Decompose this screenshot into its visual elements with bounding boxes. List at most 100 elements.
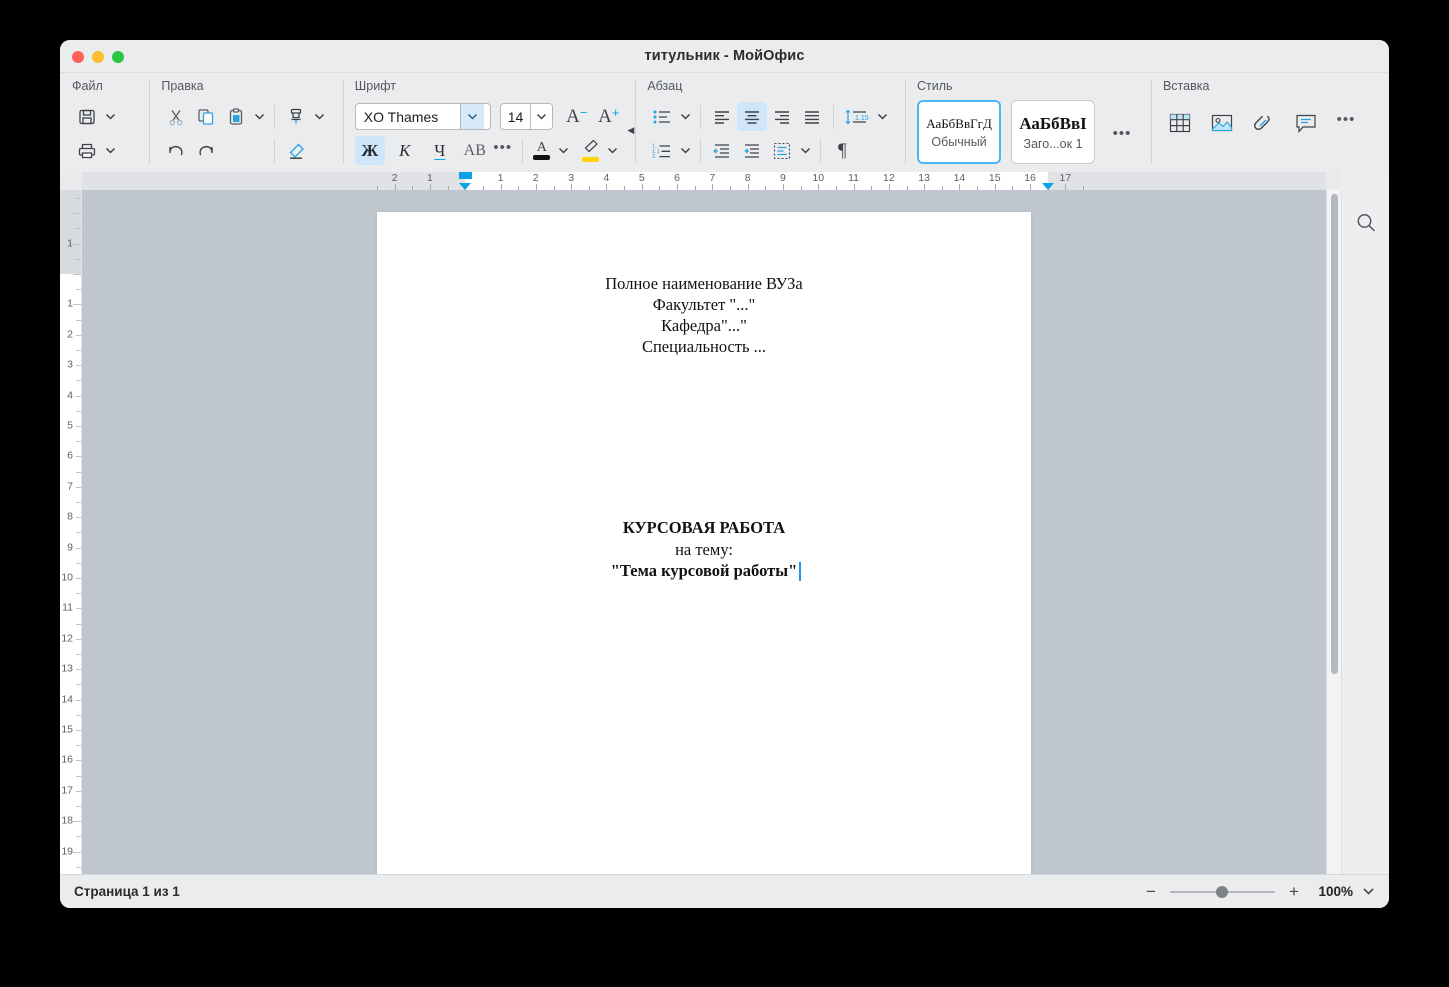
style-card-normal[interactable]: АаБбВвГгД Обычный — [917, 100, 1002, 164]
zoom-slider[interactable] — [1170, 885, 1275, 899]
highlight-color-button[interactable] — [578, 136, 604, 165]
ribbon-group-font: Шрифт XO Thames 14 A − A + Ж К Ч АВ ••• … — [342, 73, 636, 172]
ruler-tick — [76, 471, 81, 473]
paste-dropdown[interactable] — [251, 102, 268, 131]
magnifier-icon[interactable] — [1351, 208, 1381, 238]
font-family-select[interactable]: XO Thames — [354, 103, 491, 130]
zoom-slider-knob[interactable] — [1216, 885, 1228, 898]
style-more-button[interactable]: ••• — [1109, 122, 1135, 151]
style-card-heading1[interactable]: АаБбВвI Заго...ок 1 — [1011, 100, 1096, 164]
paragraph-settings-button[interactable] — [767, 136, 797, 165]
save-button[interactable] — [72, 102, 102, 131]
ruler-number: 4 — [67, 389, 73, 402]
chevron-down-icon[interactable] — [1362, 883, 1375, 901]
ruler-tick — [76, 410, 81, 412]
vertical-scrollbar[interactable] — [1326, 190, 1341, 874]
numbered-list-button[interactable]: 1. 1.1 2. — [647, 136, 677, 165]
align-right-button[interactable] — [767, 102, 797, 131]
text-color-button[interactable]: A — [529, 136, 555, 165]
align-left-button[interactable] — [707, 102, 737, 131]
zoom-controls: − + 100% — [1141, 882, 1375, 902]
ruler-number: 15 — [988, 172, 1001, 184]
line-spacing-button[interactable]: 1.15 — [840, 102, 874, 131]
cut-button[interactable] — [161, 102, 191, 131]
clear-formatting-button[interactable] — [281, 136, 311, 165]
ruler-tick — [76, 684, 81, 686]
align-justify-button[interactable] — [797, 102, 827, 131]
zoom-out-button[interactable]: − — [1141, 882, 1161, 902]
show-marks-button[interactable]: ¶ — [827, 136, 857, 165]
insert-image-button[interactable] — [1205, 107, 1239, 139]
numbered-list-dropdown[interactable] — [677, 136, 694, 165]
left-indent-marker[interactable] — [459, 183, 472, 190]
ruler-tick — [76, 669, 81, 671]
insert-comment-button[interactable] — [1289, 107, 1323, 139]
redo-button[interactable] — [191, 136, 221, 165]
print-button[interactable] — [72, 136, 102, 165]
highlight-color-dropdown[interactable] — [604, 136, 621, 165]
format-painter-dropdown[interactable] — [311, 102, 328, 131]
divider — [820, 138, 822, 163]
vertical-ruler[interactable]: 1 1 2 3 4 5 6 7 8 9 10 11 12 13 14 15 16 17 18 19 — [60, 190, 82, 874]
print-dropdown[interactable] — [102, 136, 119, 165]
undo-button[interactable] — [161, 136, 191, 165]
ruler-tick — [76, 228, 81, 230]
text-color-dropdown[interactable] — [555, 136, 572, 165]
ruler-tick — [76, 441, 81, 443]
document-canvas[interactable]: Полное наименование ВУЗа Факультет "..." К… — [82, 190, 1326, 874]
save-dropdown[interactable] — [102, 102, 119, 131]
document-line[interactable]: Специальность ... — [377, 337, 1031, 357]
divider — [700, 104, 702, 129]
bold-button[interactable]: Ж — [354, 136, 385, 165]
paste-button[interactable] — [221, 102, 251, 131]
collapse-arrow-icon[interactable]: ◀ — [627, 125, 634, 136]
decrease-indent-button[interactable] — [707, 136, 737, 165]
editor-body: 1 1 2 3 4 5 6 7 8 9 10 11 12 13 14 15 16 17 18 19 Полное на… — [60, 190, 1389, 874]
ruler-tick — [76, 775, 81, 777]
style-sample-heading1: АаБбВвI — [1019, 113, 1087, 133]
ruler-tick — [76, 806, 81, 807]
decrease-font-size-button[interactable]: A − — [561, 102, 593, 131]
ruler-tick — [76, 593, 81, 595]
ruler-tick — [73, 304, 81, 306]
horizontal-ruler[interactable]: 2 1 1 2 3 4 5 6 7 8 9 10 11 12 13 14 15 16 17 — [82, 172, 1326, 190]
bulleted-list-button[interactable] — [647, 102, 677, 131]
document-line[interactable]: "Тема курсовой работы" — [377, 561, 1031, 581]
increase-indent-button[interactable] — [737, 136, 767, 165]
font-size-select[interactable]: 14 — [499, 103, 553, 130]
document-line[interactable]: Факультет "..." — [377, 295, 1031, 315]
paragraph-settings-dropdown[interactable] — [797, 136, 814, 165]
divider — [833, 104, 835, 129]
document-line[interactable]: Полное наименование ВУЗа — [377, 274, 1031, 294]
scrollbar-thumb[interactable] — [1331, 194, 1338, 674]
italic-button[interactable]: К — [390, 136, 420, 165]
increase-font-size-button[interactable]: A + — [593, 102, 625, 131]
font-more-button[interactable]: ••• — [490, 136, 516, 165]
zoom-in-button[interactable]: + — [1284, 882, 1304, 902]
insert-link-button[interactable] — [1247, 107, 1281, 139]
line-spacing-dropdown[interactable] — [874, 102, 891, 131]
chevron-down-icon[interactable] — [459, 104, 484, 129]
document-line[interactable]: на тему: — [377, 540, 1031, 560]
ruler-number: 7 — [709, 172, 716, 184]
format-painter-button[interactable] — [281, 102, 311, 131]
underline-button[interactable]: Ч — [425, 136, 455, 165]
highlight-color-swatch — [582, 157, 600, 162]
ruler-number: 15 — [61, 723, 73, 736]
ruler-tick — [76, 760, 81, 762]
align-center-button[interactable] — [737, 102, 768, 131]
strikethrough-button[interactable]: АВ — [460, 136, 490, 165]
insert-table-button[interactable] — [1163, 107, 1197, 139]
ruler-number: 19 — [61, 845, 73, 858]
insert-more-button[interactable]: ••• — [1333, 109, 1359, 138]
first-line-indent-marker[interactable] — [459, 172, 473, 179]
document-line[interactable]: Кафедра"..." — [377, 316, 1031, 336]
right-indent-marker[interactable] — [1041, 183, 1054, 190]
document-line[interactable]: КУРСОВАЯ РАБОТА — [377, 518, 1031, 538]
ruler-number: 8 — [67, 510, 73, 523]
document-page[interactable]: Полное наименование ВУЗа Факультет "..." К… — [377, 212, 1031, 874]
copy-button[interactable] — [191, 102, 221, 131]
ruler-tick — [76, 608, 81, 610]
bulleted-list-dropdown[interactable] — [677, 102, 694, 131]
chevron-down-icon[interactable] — [530, 104, 552, 129]
